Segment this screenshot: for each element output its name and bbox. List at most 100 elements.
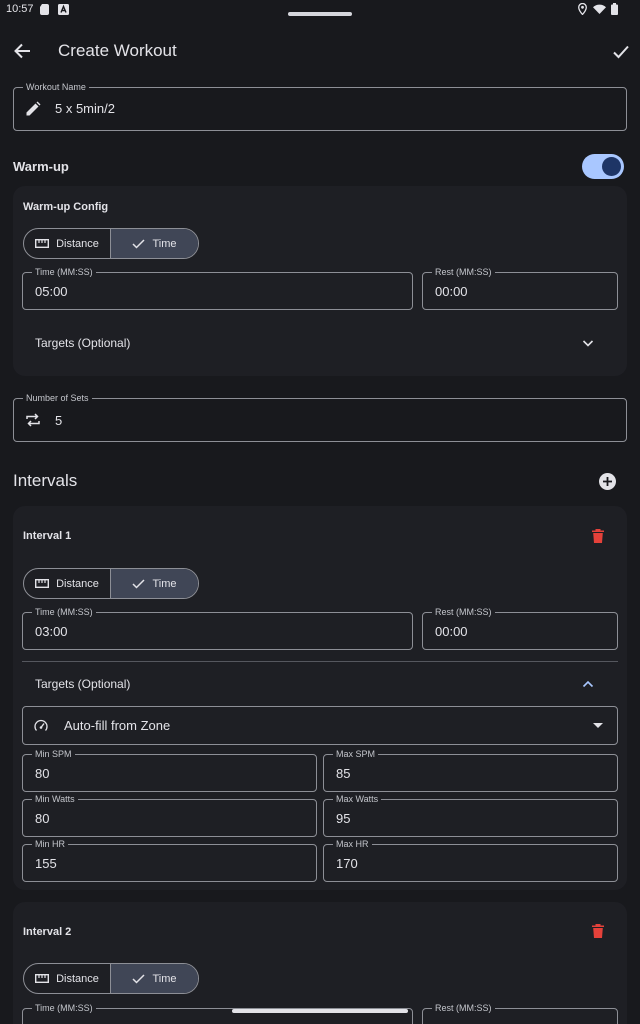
- interval-2-rest-label: Rest (MM:SS): [432, 1003, 495, 1014]
- number-of-sets-input: 5: [55, 413, 63, 428]
- warmup-time-input: 05:00: [35, 284, 68, 299]
- min-hr-label: Min HR: [32, 839, 69, 850]
- ruler-icon: [35, 974, 50, 983]
- min-spm-label: Min SPM: [32, 749, 75, 760]
- page-title: Create Workout: [58, 41, 177, 60]
- warmup-config-title: Warm-up Config: [23, 201, 109, 213]
- warmup-time-label: Time (MM:SS): [32, 267, 96, 278]
- segment-time-label: Time: [152, 237, 177, 250]
- warmup-rest-input: 00:00: [435, 284, 468, 299]
- warmup-type-segmented: Distance Time: [23, 228, 199, 259]
- interval-1-time-field[interactable]: Time (MM:SS) 03:00: [22, 607, 413, 650]
- interval-2-rest-field[interactable]: Rest (MM:SS): [422, 1003, 618, 1024]
- max-hr-field[interactable]: Max HR 170: [323, 839, 618, 882]
- dropdown-arrow-icon: [593, 723, 603, 729]
- status-time: 10:57: [6, 3, 34, 15]
- number-of-sets-field[interactable]: Number of Sets 5: [13, 393, 627, 442]
- segment-time-label: Time: [152, 972, 177, 985]
- warmup-targets-expand[interactable]: [580, 335, 596, 351]
- min-hr-input: 155: [35, 856, 57, 871]
- segment-distance[interactable]: Distance: [24, 569, 111, 598]
- interval-2-time-label: Time (MM:SS): [32, 1003, 96, 1014]
- workout-name-field[interactable]: Workout Name 5 x 5min/2: [13, 82, 627, 131]
- interval-1-time-label: Time (MM:SS): [32, 607, 96, 618]
- add-circle-icon: [599, 473, 616, 490]
- arrow-back-icon: [14, 43, 30, 59]
- segment-time[interactable]: Time: [111, 229, 198, 258]
- repeat-icon: [25, 413, 41, 427]
- interval-1-type-segmented: Distance Time: [23, 568, 199, 599]
- ruler-icon: [35, 239, 50, 248]
- interval-1-rest-field[interactable]: Rest (MM:SS) 00:00: [422, 607, 618, 650]
- check-icon: [613, 45, 629, 59]
- trash-icon: [592, 924, 604, 938]
- interval-2-title: Interval 2: [23, 926, 72, 938]
- delete-interval-1-button[interactable]: [591, 528, 605, 544]
- segment-distance[interactable]: Distance: [24, 229, 111, 258]
- check-icon: [132, 238, 145, 249]
- pencil-icon: [25, 101, 41, 117]
- number-of-sets-label: Number of Sets: [23, 393, 92, 404]
- segment-distance[interactable]: Distance: [24, 964, 111, 993]
- status-bar: 10:57: [0, 0, 640, 20]
- chevron-up-icon: [582, 680, 594, 688]
- check-icon: [132, 973, 145, 984]
- max-hr-label: Max HR: [333, 839, 372, 850]
- interval-card-1: Interval 1 Distance Time Time (MM:SS) 03…: [13, 506, 627, 890]
- save-button[interactable]: [608, 39, 634, 65]
- min-spm-input: 80: [35, 766, 50, 781]
- interval-1-title: Interval 1: [23, 530, 72, 542]
- warmup-label: Warm-up: [13, 159, 69, 174]
- segment-time[interactable]: Time: [111, 569, 198, 598]
- max-watts-label: Max Watts: [333, 794, 382, 805]
- max-spm-field[interactable]: Max SPM 85: [323, 749, 618, 792]
- warmup-rest-field[interactable]: Rest (MM:SS) 00:00: [422, 267, 618, 310]
- warmup-toggle[interactable]: [582, 154, 624, 179]
- segment-time[interactable]: Time: [111, 964, 198, 993]
- warmup-toggle-thumb: [602, 157, 621, 176]
- min-watts-field[interactable]: Min Watts 80: [22, 794, 317, 837]
- segment-time-label: Time: [152, 577, 177, 590]
- segment-distance-label: Distance: [56, 237, 99, 250]
- interval-1-targets-label: Targets (Optional): [35, 677, 131, 691]
- add-interval-button[interactable]: [598, 472, 617, 491]
- ruler-icon: [35, 579, 50, 588]
- workout-name-label: Workout Name: [23, 82, 89, 93]
- zone-select[interactable]: Auto-fill from Zone: [22, 706, 618, 745]
- max-watts-input: 95: [336, 811, 351, 826]
- segment-distance-label: Distance: [56, 577, 99, 590]
- wifi-icon: [593, 4, 606, 14]
- interval-1-time-input: 03:00: [35, 624, 68, 639]
- max-spm-input: 85: [336, 766, 351, 781]
- workout-name-input: 5 x 5min/2: [55, 101, 115, 116]
- intervals-heading: Intervals: [13, 471, 78, 490]
- max-spm-label: Max SPM: [333, 749, 379, 760]
- interval-1-targets-collapse[interactable]: [580, 676, 596, 692]
- min-watts-input: 80: [35, 811, 50, 826]
- min-hr-field[interactable]: Min HR 155: [22, 839, 317, 882]
- back-button[interactable]: [10, 38, 36, 64]
- interval-card-2: Interval 2 Distance Time Time (MM:SS) Re…: [13, 902, 627, 1024]
- delete-interval-2-button[interactable]: [591, 923, 605, 939]
- divider: [22, 661, 618, 662]
- notification-icon: [58, 4, 69, 15]
- zone-select-value: Auto-fill from Zone: [64, 718, 171, 733]
- chevron-down-icon: [582, 340, 594, 347]
- trash-icon: [592, 529, 604, 543]
- warmup-config-card: Warm-up Config Distance Time Time (MM:SS…: [13, 186, 627, 376]
- warmup-time-field[interactable]: Time (MM:SS) 05:00: [22, 267, 413, 310]
- segment-distance-label: Distance: [56, 972, 99, 985]
- battery-icon: [611, 3, 618, 15]
- camera-notch: [288, 12, 352, 16]
- warmup-rest-label: Rest (MM:SS): [432, 267, 495, 278]
- interval-2-type-segmented: Distance Time: [23, 963, 199, 994]
- warmup-targets-label: Targets (Optional): [35, 336, 131, 350]
- interval-1-rest-input: 00:00: [435, 624, 468, 639]
- max-hr-input: 170: [336, 856, 358, 871]
- gesture-nav-bar[interactable]: [232, 1009, 408, 1013]
- min-spm-field[interactable]: Min SPM 80: [22, 749, 317, 792]
- max-watts-field[interactable]: Max Watts 95: [323, 794, 618, 837]
- sim-card-icon: [40, 4, 49, 15]
- speedometer-icon: [34, 719, 48, 733]
- location-icon: [578, 3, 587, 15]
